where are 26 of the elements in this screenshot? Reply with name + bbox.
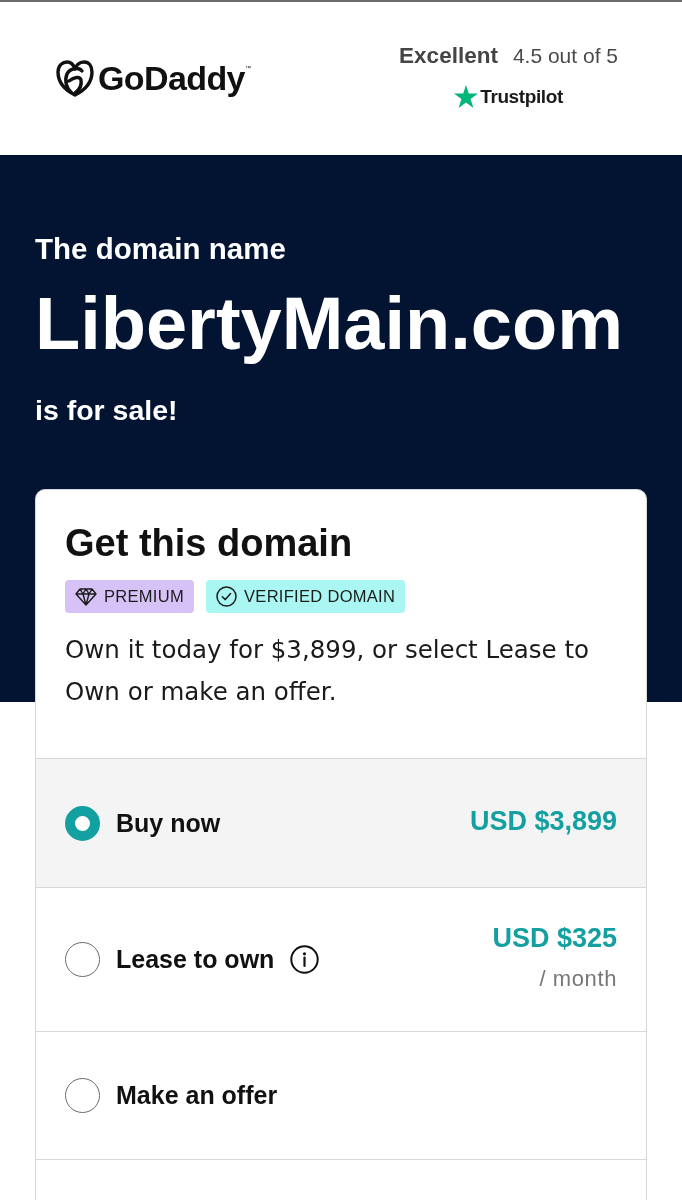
- radio-button[interactable]: [65, 1078, 100, 1113]
- radio-button[interactable]: [65, 942, 100, 977]
- hero-intro: The domain name: [35, 231, 287, 267]
- rating-label: Excellent: [399, 43, 498, 69]
- rating-score: 4.5 out of 5: [512, 44, 618, 68]
- option-label: Lease to own: [116, 945, 275, 974]
- star-icon: [454, 85, 479, 108]
- logo-wordmark: GoDaddy$^{™}$: [98, 59, 251, 98]
- heart-logo-icon: [55, 58, 95, 99]
- purchase-option[interactable]: Buy now USD $3,899: [36, 758, 646, 887]
- card-description: Own it today for $3,899, or select Lease to Own or make an offer.: [65, 634, 591, 708]
- badge-label: VERIFIED DOMAIN: [244, 587, 396, 606]
- radio-button[interactable]: [65, 805, 100, 841]
- price-period: / month: [539, 966, 617, 992]
- hero-outro: is for sale!: [35, 393, 179, 427]
- domain-name: LibertyMain.com: [35, 281, 624, 367]
- rating-provider: Trustpilot: [480, 85, 563, 108]
- info-icon[interactable]: [290, 945, 320, 974]
- check-circle-icon: [216, 586, 238, 607]
- option-label: Make an offer: [116, 1081, 278, 1110]
- diamond-icon: [75, 587, 97, 606]
- option-price: USD $3,899: [469, 805, 617, 837]
- card-title: Get this domain: [65, 521, 354, 566]
- option-label: Buy now: [116, 808, 221, 838]
- option-price: USD $325: [492, 923, 617, 954]
- badge-label: PREMIUM: [104, 587, 185, 606]
